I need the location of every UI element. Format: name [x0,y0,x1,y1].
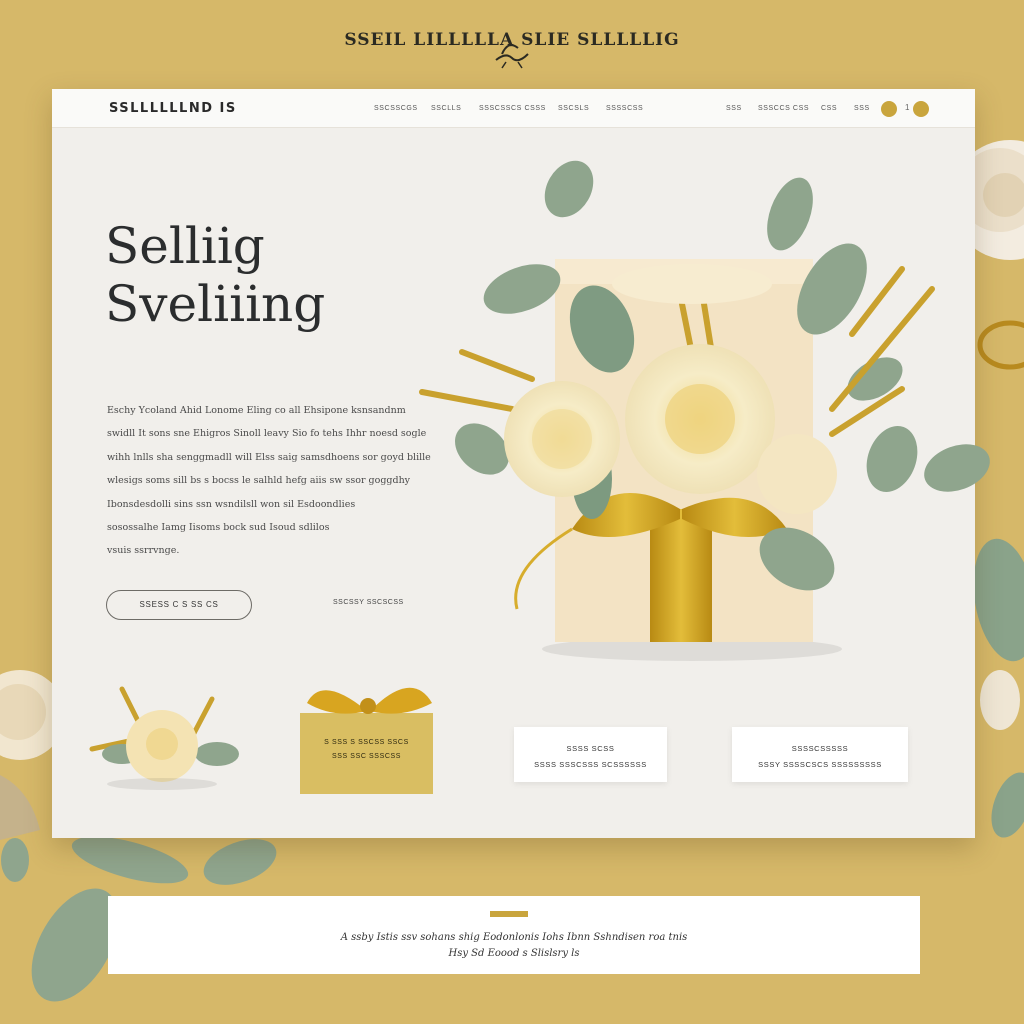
banner-line-1: A ssby Istis ssv sohans shig Eodonlonis … [340,932,688,943]
info-card-1[interactable]: SSSS SCSS SSSS SSSCSSS SCSSSSSS [514,727,667,782]
right-gold-ring [977,320,1024,370]
banner-line-2: Hsy Sd Eoood s Slislsry ls [448,948,580,959]
brand-emblem-icon [495,44,529,69]
info-card-2[interactable]: SSSSCSSSSS SSSY SSSSCSCS SSSSSSSSS [732,727,908,782]
info-card-1-title: SSSS SCSS [566,744,615,753]
gold-box-caption-line-1: S SSS S SSCSS SSCS [324,739,409,746]
gold-gift-box-image [300,687,433,794]
website-window: SSLLLLLLND IS SSCSSCGS SSCLLS SSSCSSCS C… [52,89,990,838]
info-card-1-subtitle: SSSS SSSCSSS SCSSSSSS [534,760,647,769]
info-card-2-title: SSSSCSSSSS [791,744,849,753]
banner-tag [490,911,528,917]
gold-box-caption: S SSS S SSCSS SSCS SSS SSC SSSCSS [300,739,433,760]
info-card-2-subtitle: SSSY SSSSCSCS SSSSSSSSS [758,760,882,769]
gold-box-caption-line-2: SSS SSC SSSCSS [331,753,402,760]
banner-text: A ssby Istis ssv sohans shig Eodonlonis … [108,930,920,962]
